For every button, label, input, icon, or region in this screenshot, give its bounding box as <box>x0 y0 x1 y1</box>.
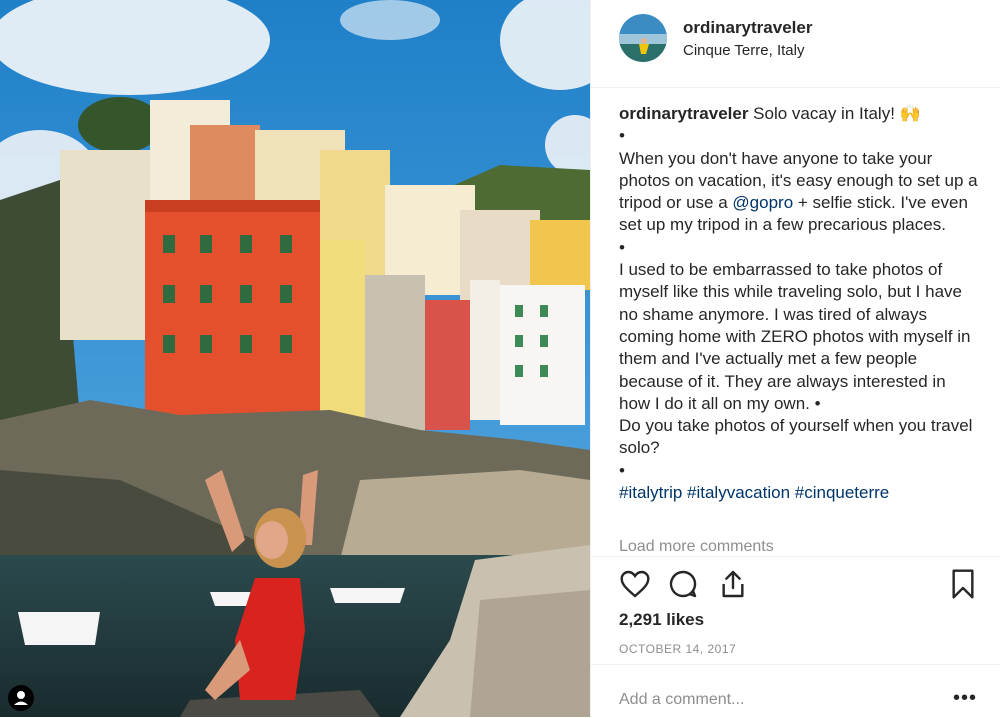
caption-paragraph-2: I used to be embarrassed to take photos … <box>619 260 971 413</box>
caption-username[interactable]: ordinarytraveler <box>619 104 748 123</box>
share-icon[interactable] <box>717 568 749 600</box>
likes-count[interactable]: 2,291 likes <box>619 610 704 630</box>
caption-intro: Solo vacay in Italy! 🙌 <box>748 104 921 123</box>
caption-paragraph-3: Do you take photos of yourself when you … <box>619 416 973 458</box>
caption-bullet: • <box>619 237 625 257</box>
cinque-terre-photo <box>0 0 590 717</box>
post-header: ordinarytraveler Cinque Terre, Italy <box>591 0 1000 88</box>
post-date: OCTOBER 14, 2017 <box>619 642 737 656</box>
mention-link[interactable]: @gopro <box>732 193 793 212</box>
add-comment-input[interactable]: Add a comment... <box>619 691 744 709</box>
caption-bullet: • <box>619 460 625 480</box>
caption-bullet: • <box>619 126 625 146</box>
hashtags[interactable]: #italytrip #italyvacation #cinqueterre <box>619 482 981 504</box>
location-link[interactable]: Cinque Terre, Italy <box>683 42 804 59</box>
post-details-panel: ordinarytraveler Cinque Terre, Italy ord… <box>590 0 1000 717</box>
bookmark-icon[interactable] <box>947 568 979 600</box>
comment-icon[interactable] <box>667 568 699 600</box>
more-options-icon[interactable]: ••• <box>953 687 977 710</box>
user-tag-icon[interactable] <box>8 685 34 711</box>
post-photo[interactable] <box>0 0 590 717</box>
username-link[interactable]: ordinarytraveler <box>683 18 812 38</box>
instagram-post: ordinarytraveler Cinque Terre, Italy ord… <box>0 0 1000 717</box>
load-more-comments-button[interactable]: Load more comments <box>619 538 774 556</box>
add-comment-row: Add a comment... ••• <box>591 664 1000 718</box>
avatar[interactable] <box>619 14 667 62</box>
caption: ordinarytraveler Solo vacay in Italy! 🙌 … <box>619 103 981 504</box>
actions-divider <box>591 556 1000 558</box>
heart-icon[interactable] <box>619 568 651 600</box>
